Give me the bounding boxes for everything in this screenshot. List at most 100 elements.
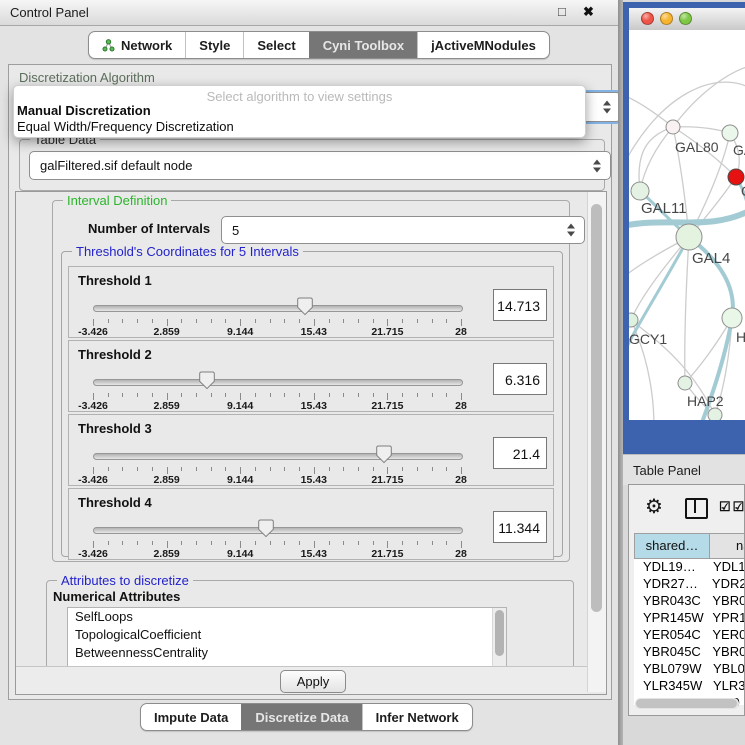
slider-track[interactable]: [93, 453, 463, 460]
attributes-list-scrollbar[interactable]: [492, 608, 506, 666]
close-icon[interactable]: ✖: [583, 4, 594, 20]
table-row[interactable]: YBR043CYBR0: [634, 593, 745, 610]
cell-shared-name[interactable]: YER054C: [634, 627, 707, 644]
node-label-c: C: [741, 183, 745, 199]
table-horizontal-scrollbar[interactable]: [635, 698, 739, 709]
dropdown-option-equal-width-frequency[interactable]: Equal Width/Frequency Discretization: [17, 119, 234, 134]
cell-shared-name[interactable]: YBR043C: [634, 593, 707, 610]
table-row[interactable]: YDL19…YDL1: [634, 559, 745, 576]
table-row[interactable]: YER054CYER0: [634, 627, 745, 644]
tab-impute-data[interactable]: Impute Data: [141, 704, 241, 730]
node-upper-right[interactable]: [722, 125, 738, 141]
threshold-block-1: Threshold 1-3.4262.8599.14415.4321.71528…: [68, 266, 554, 338]
threshold-slider[interactable]: -3.4262.8599.14415.4321.71528: [93, 297, 463, 337]
gear-icon[interactable]: ⚙: [645, 494, 663, 519]
tab-network[interactable]: Network: [89, 32, 185, 58]
node-bottom[interactable]: [708, 408, 722, 420]
node-gcy1[interactable]: [629, 313, 638, 327]
number-of-intervals-value: 5: [232, 223, 239, 238]
cell-name[interactable]: YPR1: [707, 610, 745, 627]
cell-name[interactable]: YBR0: [707, 593, 745, 610]
float-window-icon[interactable]: □: [558, 4, 566, 19]
network-window-titlebar[interactable]: [629, 8, 745, 31]
cell-shared-name[interactable]: YPR145W: [634, 610, 707, 627]
cell-shared-name[interactable]: YLR345W: [634, 678, 708, 695]
number-of-intervals-combobox[interactable]: 5: [221, 216, 585, 244]
list-item-selfloops[interactable]: SelfLoops: [68, 608, 506, 626]
tab-jactivemnodules[interactable]: jActiveMNodules: [417, 32, 549, 58]
slider-thumb-icon[interactable]: [376, 445, 392, 464]
threshold-slider[interactable]: -3.4262.8599.14415.4321.71528: [93, 519, 463, 559]
cell-name[interactable]: YDL1: [708, 559, 745, 576]
slider-thumb-icon[interactable]: [199, 371, 215, 390]
tab-cyni-toolbox[interactable]: Cyni Toolbox: [309, 32, 417, 58]
threshold-value-field[interactable]: 21.4: [493, 437, 547, 469]
slider-track[interactable]: [93, 527, 463, 534]
tab-infer-network[interactable]: Infer Network: [362, 704, 472, 730]
slider-tick: [167, 319, 168, 326]
mac-close-icon[interactable]: [641, 12, 654, 25]
threshold-value-field[interactable]: 14.713: [493, 289, 547, 321]
dropdown-option-manual-discretization[interactable]: Manual Discretization: [17, 103, 151, 118]
cell-shared-name[interactable]: YBR045C: [634, 644, 707, 661]
network-canvas[interactable]: GAL80GACGAL11GAL4GCY1HHAP2: [629, 30, 745, 420]
node-gal11[interactable]: [631, 182, 649, 200]
table-row[interactable]: YDR27…YDR2: [634, 576, 745, 593]
scrollbar-thumb[interactable]: [495, 610, 504, 656]
slider-tick: [358, 393, 359, 397]
numerical-attributes-label: Numerical Attributes: [53, 589, 180, 604]
column-header-name[interactable]: na: [710, 533, 745, 559]
list-item-topologicalcoefficient[interactable]: TopologicalCoefficient: [68, 626, 506, 644]
slider-tick-label: -3.426: [78, 326, 108, 338]
node-hap2[interactable]: [678, 376, 692, 390]
node-gal4[interactable]: [676, 224, 702, 250]
control-panel-title: Control Panel: [10, 5, 89, 20]
table-data-combobox[interactable]: galFiltered.sif default node: [29, 151, 611, 180]
node-h[interactable]: [722, 308, 742, 328]
slider-tick: [211, 467, 212, 471]
slider-tick: [108, 467, 109, 471]
threshold-value-field[interactable]: 6.316: [493, 363, 547, 395]
slider-tick: [181, 541, 182, 545]
table-row[interactable]: YLR345WYLR3: [634, 678, 745, 695]
tab-discretize-data[interactable]: Discretize Data: [241, 704, 361, 730]
split-column-icon[interactable]: [685, 498, 708, 519]
slider-track[interactable]: [93, 379, 463, 386]
cell-shared-name[interactable]: YDR27…: [634, 576, 707, 593]
slider-track[interactable]: [93, 305, 463, 312]
mac-zoom-icon[interactable]: [679, 12, 692, 25]
column-header-shared[interactable]: shared…: [634, 533, 710, 559]
tab-style[interactable]: Style: [185, 32, 243, 58]
cell-name[interactable]: YDR2: [707, 576, 745, 593]
threshold-value-field[interactable]: 11.344: [493, 511, 547, 543]
settings-vertical-scrollbar[interactable]: [587, 192, 606, 692]
combobox-stepper-icon: [603, 101, 611, 114]
node-label-h: H: [736, 329, 745, 345]
table-row[interactable]: YBL079WYBL0: [634, 661, 745, 678]
tab-select[interactable]: Select: [243, 32, 308, 58]
scrollbar-thumb[interactable]: [636, 699, 737, 708]
cell-shared-name[interactable]: YDL19…: [634, 559, 708, 576]
numerical-attributes-list[interactable]: SelfLoopsTopologicalCoefficientBetweenne…: [67, 607, 507, 667]
slider-tick: [122, 541, 123, 545]
threshold-slider[interactable]: -3.4262.8599.14415.4321.71528: [93, 371, 463, 411]
slider-tick: [284, 467, 285, 471]
cell-name[interactable]: YBL0: [708, 661, 745, 678]
table-row[interactable]: YBR045CYBR0: [634, 644, 745, 661]
scrollbar-thumb[interactable]: [591, 204, 602, 612]
table-row[interactable]: YPR145WYPR1: [634, 610, 745, 627]
list-item-betweennesscentrality[interactable]: BetweennessCentrality: [68, 644, 506, 662]
checkboxes-icon[interactable]: ☑☑: [719, 499, 745, 515]
slider-thumb-icon[interactable]: [258, 519, 274, 538]
cell-shared-name[interactable]: YBL079W: [634, 661, 708, 678]
cell-name[interactable]: YBR0: [707, 644, 745, 661]
cell-name[interactable]: YLR3: [708, 678, 745, 695]
slider-tick: [343, 467, 344, 471]
mac-minimize-icon[interactable]: [660, 12, 673, 25]
apply-button[interactable]: Apply: [280, 670, 346, 693]
slider-tick: [402, 541, 403, 545]
node-gal80[interactable]: [666, 120, 680, 134]
cell-name[interactable]: YER0: [707, 627, 745, 644]
slider-thumb-icon[interactable]: [297, 297, 313, 316]
threshold-slider[interactable]: -3.4262.8599.14415.4321.71528: [93, 445, 463, 485]
